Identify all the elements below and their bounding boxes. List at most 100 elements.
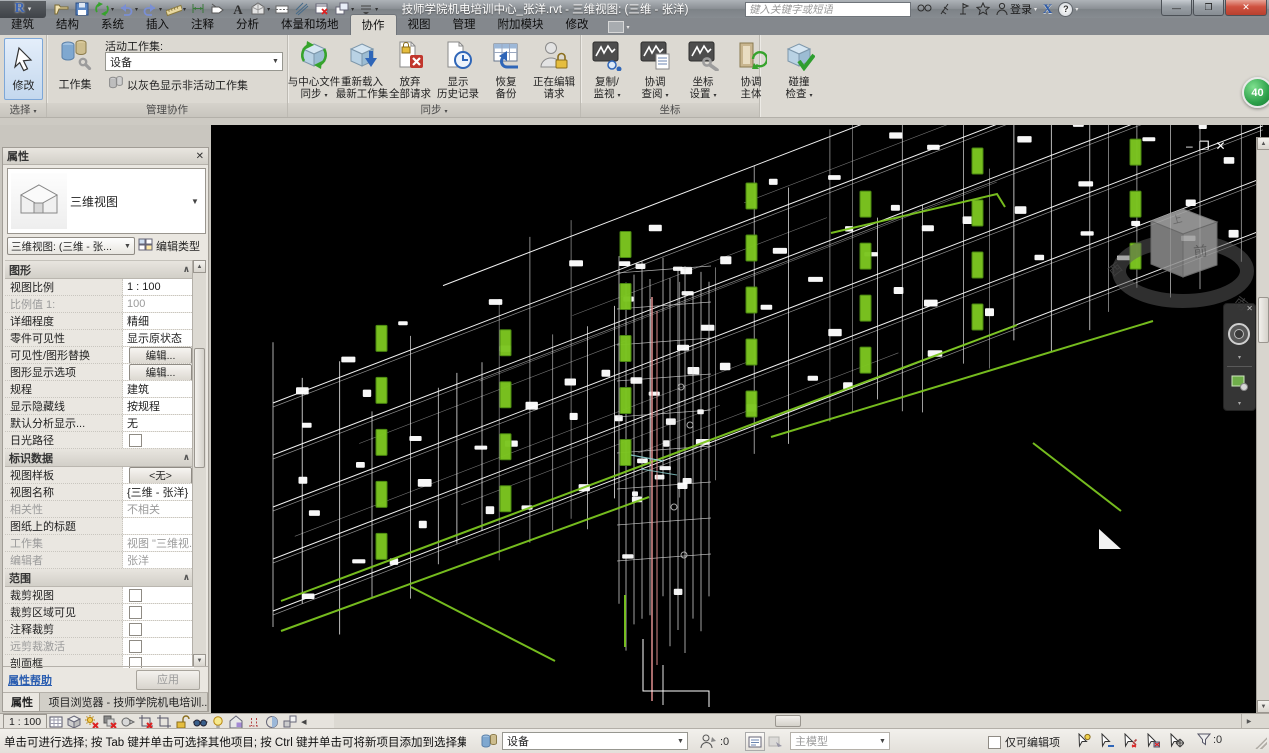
navigation-bar[interactable]: ✕ ▾ ▾	[1223, 303, 1256, 411]
properties-title-bar[interactable]: 属性 ✕	[3, 148, 208, 165]
coord-coordination-host-button[interactable]: 协调主体	[727, 37, 775, 103]
property-value[interactable]: 张洋	[123, 552, 194, 568]
sync-restore-backup-button[interactable]: 恢复备份	[482, 37, 530, 103]
modify-button[interactable]: 修改	[4, 38, 43, 100]
select-links-icon[interactable]	[1072, 732, 1095, 750]
design-option-selector[interactable]: 主模型 ▼	[790, 732, 890, 750]
sync-sync-center-button[interactable]: 与中心文件同步 ▾	[290, 37, 338, 103]
navbar-bottom-dropdown-icon[interactable]: ▾	[1224, 400, 1255, 407]
ribbon-display-toggle[interactable]: ▾	[608, 21, 630, 33]
drawing-canvas[interactable]: 西 南 前 上 – ❐ ✕ ✕ ▾	[211, 125, 1269, 713]
property-value[interactable]	[123, 604, 194, 620]
workset-selector[interactable]: 设备 ▼	[502, 732, 688, 750]
type-selector[interactable]: 三维视图 ▼	[7, 168, 206, 234]
view-scale-button[interactable]: 1 : 100	[3, 714, 47, 729]
ribbon-tab-视图[interactable]: 视图	[397, 14, 442, 35]
coord-interference-check-button[interactable]: 碰撞检查 ▾	[775, 37, 823, 103]
property-value[interactable]	[123, 621, 194, 637]
sync-relinquish-all-button[interactable]: 放弃全部请求	[386, 37, 434, 103]
view-restore-icon[interactable]: ❐	[1199, 139, 1216, 153]
property-value[interactable]: 按规程	[123, 398, 194, 414]
section-header-标识数据[interactable]: 标识数据∧	[5, 449, 194, 467]
ribbon-tab-插入[interactable]: 插入	[135, 14, 180, 35]
type-selector-dropdown-icon[interactable]: ▼	[191, 197, 205, 206]
temporary-hide-isolate-icon[interactable]	[191, 715, 209, 729]
search-icon[interactable]	[917, 2, 932, 16]
help-dropdown-icon[interactable]: ▾	[1075, 6, 1078, 13]
property-button[interactable]: 编辑...	[129, 364, 192, 380]
drag-elements-on-selection-icon[interactable]	[1164, 732, 1187, 750]
ribbon-tab-管理[interactable]: 管理	[442, 14, 487, 35]
coord-coordination-review-button[interactable]: 协调查阅 ▾	[631, 37, 679, 103]
search-input[interactable]: 键入关键字或短语	[745, 2, 911, 17]
detail-level-icon[interactable]	[47, 715, 65, 729]
tab-project-browser[interactable]: 项目浏览器 - 技师学院机电培训...	[40, 693, 208, 711]
rendering-dialog-icon[interactable]	[119, 715, 137, 729]
ribbon-tab-结构[interactable]: 结构	[45, 14, 90, 35]
checkbox-icon[interactable]	[129, 623, 142, 636]
vcb-collapse-icon[interactable]: ◀	[301, 718, 306, 726]
scroll-up-icon[interactable]: ▲	[193, 260, 206, 273]
navbar-wheel-dropdown-icon[interactable]: ▾	[1224, 354, 1255, 361]
property-button[interactable]: 编辑...	[129, 347, 192, 363]
sync-editing-requests-button[interactable]: 正在编辑请求	[530, 37, 578, 103]
worksharing-display-icon[interactable]	[263, 715, 281, 729]
vertical-scrollbar[interactable]: ▲ ▼	[1256, 137, 1269, 713]
scroll-right-icon[interactable]: ▶	[1241, 714, 1256, 728]
property-value[interactable]	[123, 587, 194, 603]
synchronize-panel-label[interactable]: 同步 ▾	[288, 103, 580, 117]
minimize-button[interactable]: —	[1161, 0, 1192, 16]
sign-in-icon[interactable]: 登录▾	[996, 1, 1037, 17]
property-button[interactable]: <无>	[129, 467, 192, 483]
ribbon-tab-建筑[interactable]: 建筑	[0, 14, 45, 35]
property-value[interactable]	[123, 638, 194, 654]
shadows-icon[interactable]	[101, 715, 119, 729]
coord-coordinates-settings-button[interactable]: 坐标设置 ▾	[679, 37, 727, 103]
communication-center-icon[interactable]	[957, 2, 970, 16]
horizontal-scroll-thumb[interactable]	[775, 715, 801, 727]
properties-close-icon[interactable]: ✕	[196, 151, 204, 162]
section-header-图形[interactable]: 图形∧	[5, 261, 194, 279]
edit-type-button[interactable]: 编辑类型	[138, 238, 200, 255]
property-value[interactable]: <无>	[123, 467, 194, 483]
vertical-scroll-thumb[interactable]	[1258, 297, 1269, 343]
add-to-set-icon[interactable]	[767, 732, 785, 749]
coord-copy-monitor-button[interactable]: 复制/监视 ▾	[583, 37, 631, 103]
collapse-icon[interactable]: ∧	[183, 572, 190, 583]
horizontal-scrollbar[interactable]: ▶	[334, 713, 1256, 728]
workset-status-icon[interactable]	[480, 732, 498, 753]
zoom-tool-icon[interactable]	[1224, 370, 1255, 400]
ribbon-tab-分析[interactable]: 分析	[225, 14, 270, 35]
checkbox-icon[interactable]	[988, 736, 1001, 749]
reveal-hidden-elements-icon[interactable]	[209, 715, 227, 729]
show-crop-region-icon[interactable]	[155, 715, 173, 729]
filter-button[interactable]: :0	[1196, 732, 1222, 747]
chevron-down-icon[interactable]: ▼	[269, 53, 282, 70]
property-value[interactable]: 视图 "三维视...	[123, 535, 194, 551]
ribbon-tab-附加模块[interactable]: 附加模块	[487, 14, 555, 35]
checkbox-icon[interactable]	[129, 589, 142, 602]
ribbon-tab-系统[interactable]: 系统	[90, 14, 135, 35]
property-value[interactable]	[123, 432, 194, 448]
sun-path-icon[interactable]	[83, 715, 101, 729]
scroll-down-icon[interactable]: ▼	[1257, 700, 1269, 713]
ribbon-tab-修改[interactable]: 修改	[555, 14, 600, 35]
favorites-icon[interactable]	[976, 2, 990, 16]
resize-grip[interactable]	[1255, 737, 1267, 749]
property-value[interactable]: 不相关	[123, 501, 194, 517]
visual-style-icon[interactable]	[65, 715, 83, 729]
property-value[interactable]: 显示原状态	[123, 330, 194, 346]
sync-reload-latest-button[interactable]: 重新载入最新工作集	[338, 37, 386, 103]
property-value[interactable]: 编辑...	[123, 364, 194, 380]
editing-requests-status[interactable]: :0	[700, 733, 729, 750]
select-pinned-elements-icon[interactable]	[1118, 732, 1141, 750]
property-value[interactable]: 100	[123, 296, 194, 312]
checkbox-icon[interactable]	[129, 640, 142, 653]
worksets-button[interactable]: 工作集	[52, 38, 98, 100]
checkbox-icon[interactable]	[129, 606, 142, 619]
property-value[interactable]	[123, 518, 194, 534]
select-elements-by-face-icon[interactable]	[1141, 732, 1164, 750]
property-value[interactable]: 建筑	[123, 381, 194, 397]
property-value[interactable]: 1 : 100	[123, 279, 194, 295]
chevron-down-icon[interactable]: ▼	[876, 733, 889, 749]
